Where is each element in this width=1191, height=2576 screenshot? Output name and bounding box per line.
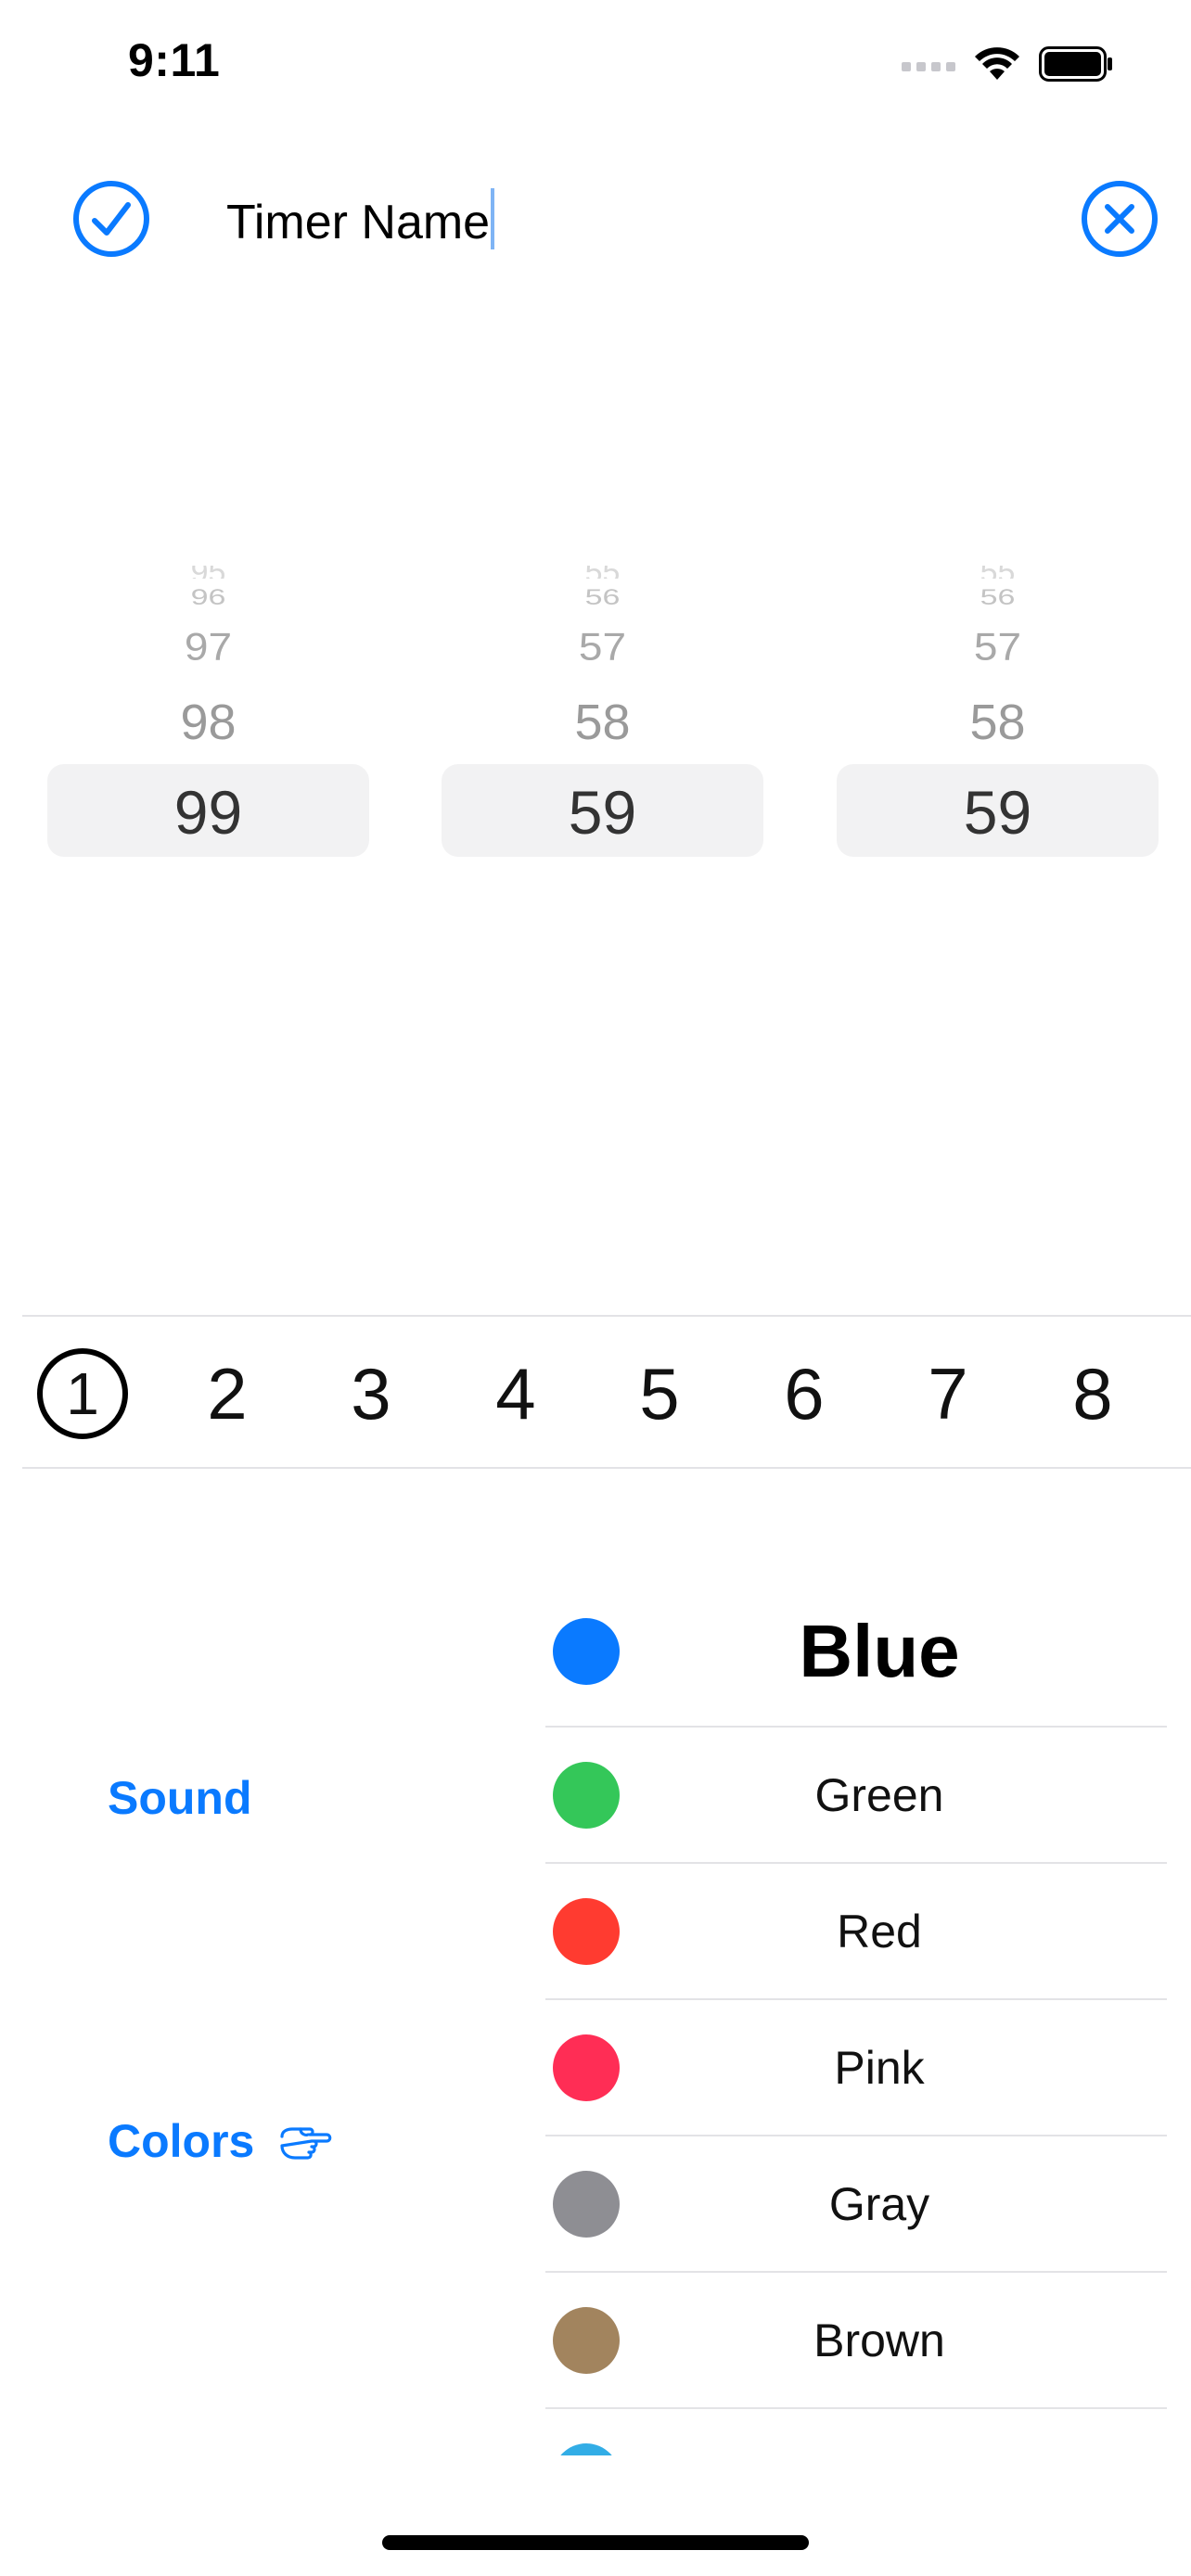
color-swatch [553,2442,620,2455]
picker-row: 97 [184,624,233,669]
seconds-picker[interactable]: 55 56 57 58 59 [837,538,1159,872]
text-cursor [491,188,495,249]
picker-row: 58 [969,695,1026,750]
xmark-circle-icon [1082,181,1158,257]
color-name: Red [837,1905,922,1958]
color-name: Gray [828,2177,930,2230]
picker-row: 95 [47,566,369,579]
picker-row: 58 [574,695,631,750]
picker-row: 96 [190,584,226,610]
slot-3-button[interactable]: 3 [315,1345,427,1443]
slot-8-button[interactable]: 8 [1037,1345,1148,1443]
picker-selected-value: 59 [568,778,637,847]
timer-name-text: Timer Name [226,196,491,249]
divider [22,1467,1191,1469]
picker-row: 98 [180,695,237,750]
slot-4-button[interactable]: 4 [460,1345,571,1443]
battery-icon [1039,46,1112,82]
selected-slot-indicator: 1 [37,1348,128,1439]
cellular-signal-icon [902,57,955,71]
picker-row: 55 [442,566,763,579]
color-row-green[interactable]: Green [545,1728,1167,1864]
color-row-blue[interactable]: Blue [545,1576,1167,1728]
color-name: Green [814,1768,944,1821]
checkmark-circle-icon [73,181,149,257]
minutes-picker[interactable]: 55 56 57 58 59 [442,538,763,872]
home-indicator[interactable] [382,2535,809,2550]
colors-label: Colors [108,2115,255,2167]
colors-menu-item[interactable]: Colors [108,2114,332,2168]
color-name: Brown [813,2314,945,2366]
color-row-brown[interactable]: Brown [545,2273,1167,2409]
color-row-pink[interactable]: Pink [545,2000,1167,2136]
wifi-icon [975,47,1019,80]
slot-5-button[interactable]: 5 [604,1345,715,1443]
picker-row: 57 [578,624,627,669]
picker-row: 56 [980,584,1016,610]
color-name: Blue [799,1609,960,1692]
cancel-button[interactable] [1081,180,1159,258]
slot-label: 1 [66,1360,99,1427]
picker-row: 55 [837,566,1159,579]
picker-row: 57 [973,624,1022,669]
slot-1-button[interactable]: 1 [27,1345,138,1443]
picker-selected-value: 99 [173,778,243,847]
slot-2-button[interactable]: 2 [172,1345,283,1443]
status-time: 9:11 [128,34,221,86]
picker-row: 56 [584,584,621,610]
picker-selected-value: 59 [963,778,1032,847]
divider [22,1315,1191,1317]
color-list[interactable]: Blue Green Red Pink Gray Brown [545,1576,1167,2455]
hand-point-right-icon [280,2127,332,2160]
hours-picker[interactable]: 95 96 97 98 99 [47,538,369,872]
color-name: Pink [834,2041,925,2094]
sound-menu-item[interactable]: Sound [108,1771,252,1825]
confirm-button[interactable] [72,180,150,258]
color-row-gray[interactable]: Gray [545,2136,1167,2273]
timer-name-field[interactable]: Timer Name [226,188,495,250]
color-row-red[interactable]: Red [545,1864,1167,2000]
slot-6-button[interactable]: 6 [749,1345,860,1443]
color-row-cyan[interactable] [545,2409,1167,2455]
status-icons [902,46,1113,82]
sound-label: Sound [108,1772,252,1824]
slot-7-button[interactable]: 7 [892,1345,1004,1443]
